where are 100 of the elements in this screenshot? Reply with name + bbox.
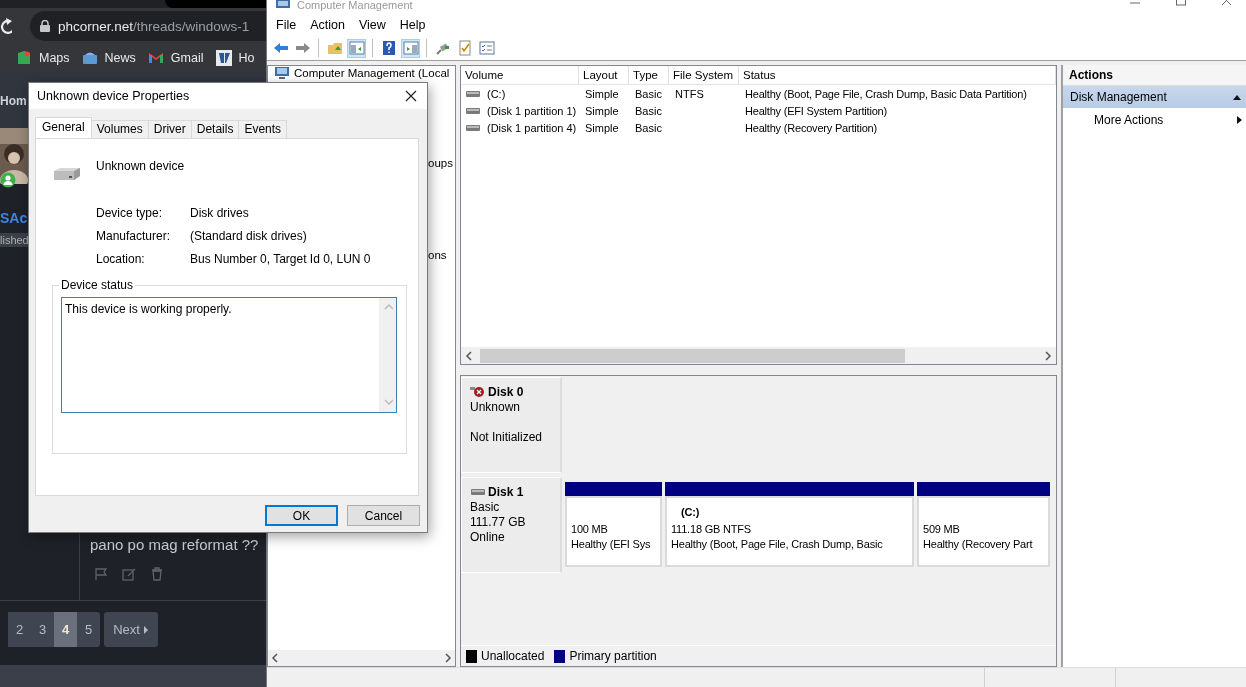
bookmark[interactable]: News <box>81 50 136 66</box>
page-link[interactable]: 2 <box>8 612 31 647</box>
bookmark[interactable]: Ho <box>215 50 255 66</box>
column-header[interactable]: Volume <box>461 66 579 84</box>
url-text: phcorner.net/threads/windows-1 <box>58 18 250 34</box>
scroll-right-icon[interactable] <box>443 652 453 664</box>
folder-icon[interactable] <box>326 40 343 56</box>
scroll-left-icon[interactable] <box>270 652 280 664</box>
partition-status: Healthy (Recovery Part <box>923 537 1034 552</box>
disk-name: Disk 0 <box>488 385 524 399</box>
page-link[interactable]: 3 <box>31 612 54 647</box>
edit-icon[interactable] <box>122 567 136 581</box>
computer-icon <box>275 0 291 10</box>
page-link[interactable]: 5 <box>77 612 100 647</box>
drive-icon <box>465 89 481 98</box>
username[interactable]: SAc <box>0 210 28 226</box>
disk-error-icon <box>470 386 486 398</box>
tab[interactable]: Events <box>238 120 288 138</box>
post-text: pano po mag reformat ?? <box>90 536 260 553</box>
disk-label-panel[interactable]: Disk 0 Unknown Not Initialized <box>461 377 562 473</box>
menu-item[interactable]: Action <box>303 17 352 32</box>
device-name: Unknown device <box>96 159 185 175</box>
property-label: Manufacturer: <box>96 229 172 245</box>
bookmark[interactable]: Maps <box>16 50 70 66</box>
tree-item[interactable]: oups <box>428 157 453 169</box>
scrollbar-thumb[interactable] <box>480 348 905 363</box>
user-info: lished <box>0 233 28 247</box>
actions-section[interactable]: Disk Management <box>1063 86 1246 108</box>
partition-size: 111.18 GB NTFS <box>671 522 752 537</box>
table-cell-text: NTFS <box>674 87 705 100</box>
drive-icon <box>470 486 486 498</box>
table-cell-text: Simple <box>584 121 620 134</box>
maximize-icon[interactable] <box>1176 0 1186 6</box>
flag-icon[interactable] <box>94 567 108 581</box>
group-label: Device status <box>59 278 136 292</box>
next-link[interactable]: Next <box>104 612 158 647</box>
envelope-icon <box>147 50 164 66</box>
menu-item[interactable]: File <box>269 17 304 32</box>
back-arrow-icon[interactable] <box>272 40 289 56</box>
partition-size: 509 MB <box>923 522 961 537</box>
tree-item[interactable]: Computer Management (Local <box>294 67 450 79</box>
site-icon <box>215 50 232 66</box>
table-cell-text: Healthy (Boot, Page File, Crash Dump, Basic Data Partition) <box>744 87 1028 100</box>
tree-item[interactable]: ons <box>428 249 447 261</box>
caret-icon <box>142 625 149 634</box>
property-value: (Standard disk drives) <box>190 229 308 245</box>
reload-icon[interactable] <box>0 18 12 34</box>
drive-icon <box>465 123 481 132</box>
page-link[interactable]: 4 <box>54 612 77 647</box>
dialog-button[interactable]: Cancel <box>347 505 420 526</box>
scroll-right-icon[interactable] <box>1043 349 1053 362</box>
drive-icon <box>52 167 82 181</box>
nav-link[interactable]: Hom <box>0 94 27 108</box>
checklist-icon[interactable] <box>456 40 473 56</box>
table-cell-text: Healthy (EFI System Partition) <box>744 104 888 117</box>
column-header[interactable]: Status <box>739 66 1056 84</box>
user-badge-icon <box>0 172 16 188</box>
scroll-left-icon[interactable] <box>464 349 474 362</box>
disk-label-panel[interactable]: Disk 1 Basic 111.77 GB Online <box>461 477 562 573</box>
newspaper-icon <box>81 50 98 66</box>
partition-size: 100 MB <box>571 522 609 537</box>
column-header[interactable]: Type <box>629 66 669 84</box>
column-header[interactable]: File System <box>669 66 739 84</box>
disk-type: Unknown <box>470 400 522 415</box>
partition-status: Healthy (EFI Sys <box>571 537 652 552</box>
address-bar[interactable]: phcorner.net/threads/windows-1 <box>30 11 266 41</box>
lock-icon <box>40 20 50 32</box>
disk-size: 111.77 GB <box>470 515 527 530</box>
forward-arrow-icon[interactable] <box>294 40 311 56</box>
table-cell-text: Basic <box>634 104 663 117</box>
property-label: Device type: <box>96 206 164 222</box>
disk-name: Disk 1 <box>488 485 524 499</box>
menu-item[interactable]: Help <box>392 17 433 32</box>
partition-status: Healthy (Boot, Page File, Crash Dump, Basic <box>671 537 884 552</box>
submenu-arrow-icon[interactable] <box>1234 114 1244 125</box>
legend-label: Unallocated <box>481 649 545 663</box>
actions-header: Actions <box>1063 65 1246 86</box>
table-cell-text: Basic <box>634 87 663 100</box>
action-item[interactable]: More Actions <box>1063 108 1246 131</box>
window-title: Computer Management <box>297 0 413 11</box>
table-cell: (Disk 1 partition 1) <box>487 104 577 117</box>
disk-state: Not Initialized <box>470 430 544 445</box>
help-icon[interactable] <box>380 40 397 56</box>
minimize-icon[interactable] <box>1130 0 1140 6</box>
dialog-button[interactable]: OK <box>265 505 338 526</box>
property-label: Location: <box>96 252 146 268</box>
trash-icon[interactable] <box>150 567 164 581</box>
disk-type: Basic <box>470 500 501 515</box>
column-header[interactable]: Layout <box>579 66 629 84</box>
tab[interactable]: General <box>35 117 92 138</box>
list-icon[interactable] <box>478 40 495 56</box>
bookmark[interactable]: Gmail <box>147 50 204 66</box>
drive-icon <box>465 106 481 115</box>
legend-label: Primary partition <box>569 649 657 663</box>
table-cell-text: Simple <box>584 104 620 117</box>
menu-item[interactable]: View <box>351 17 393 32</box>
table-cell-text: Simple <box>584 87 620 100</box>
table-cell: (C:) <box>487 87 506 100</box>
property-value: Bus Number 0, Target Id 0, LUN 0 <box>190 252 372 268</box>
table-cell-text: Healthy (Recovery Partition) <box>744 121 878 134</box>
